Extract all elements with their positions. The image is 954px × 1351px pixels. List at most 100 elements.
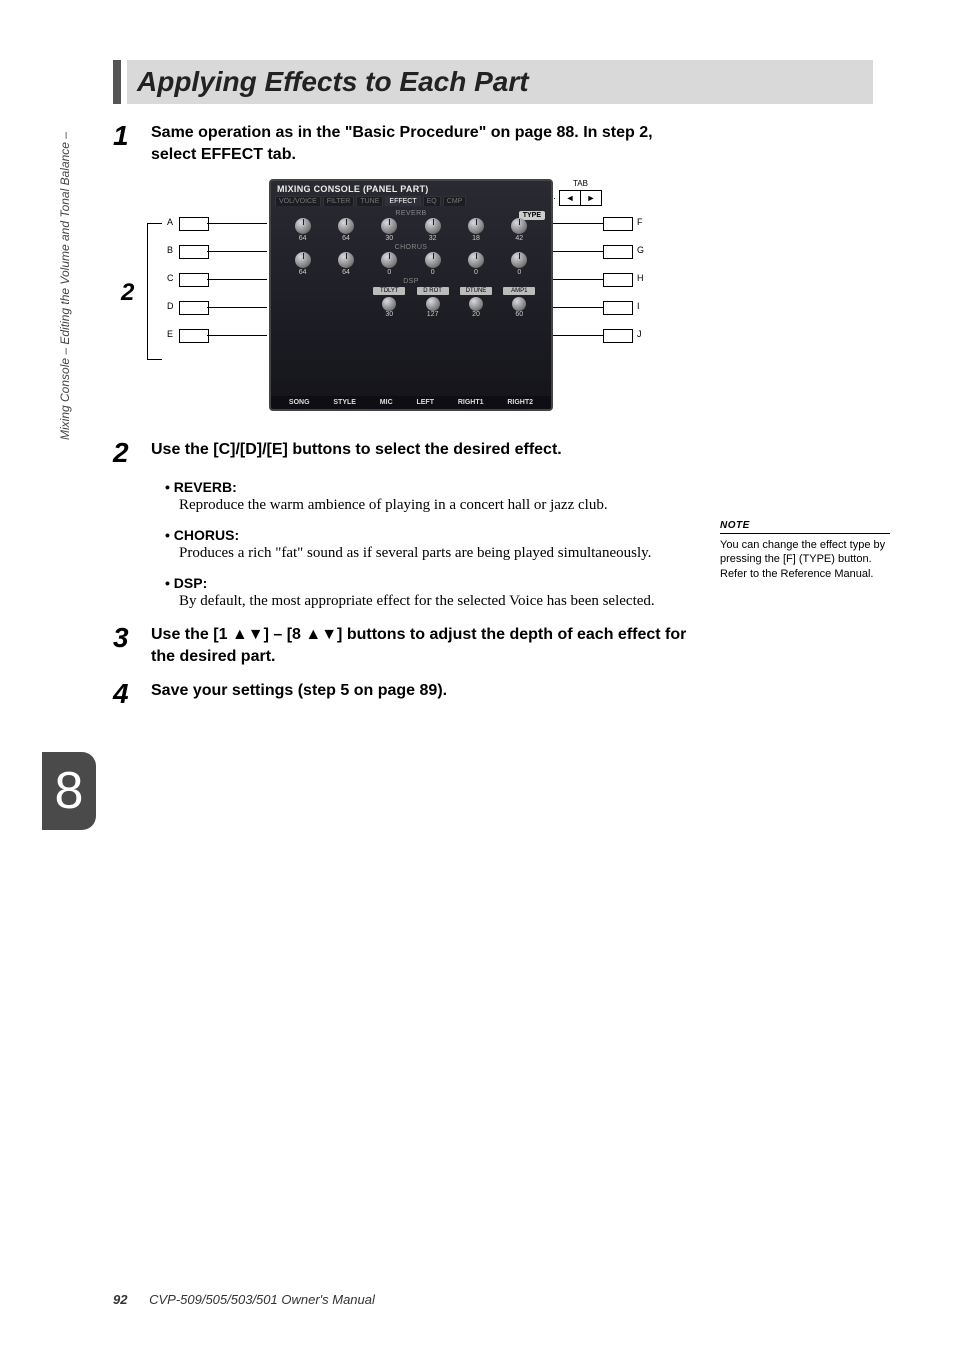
console-footer: SONG STYLE MIC LEFT RIGHT1 RIGHT2 <box>271 396 551 409</box>
keyline <box>551 251 603 252</box>
manual-title: CVP-509/505/503/501 Owner's Manual <box>149 1292 375 1307</box>
knob: 64 <box>293 252 313 276</box>
dsp-cell: .. <box>287 287 319 318</box>
key-label-e: E <box>167 329 173 339</box>
main-content: Applying Effects to Each Part 1 Same ope… <box>113 60 873 720</box>
knob: 30 <box>379 218 399 242</box>
effect-dsp: • DSP: By default, the most appropriate … <box>165 575 685 611</box>
dsp-cell: .. <box>330 287 362 318</box>
key-label-g: G <box>637 245 644 255</box>
key-g <box>603 245 633 259</box>
knob: 0 <box>466 252 486 276</box>
key-j <box>603 329 633 343</box>
effect-body: Produces a rich "fat" sound as if severa… <box>179 543 685 563</box>
key-label-a: A <box>167 217 173 227</box>
dsp-cell: DTUNE20 <box>460 287 492 318</box>
key-a <box>179 217 209 231</box>
key-e <box>179 329 209 343</box>
tab-arrows: TAB ···· ◄ ► <box>559 179 602 206</box>
key-label-c: C <box>167 273 174 283</box>
knob: 0 <box>379 252 399 276</box>
keyline <box>207 307 267 308</box>
effect-definition-list: • REVERB: Reproduce the warm ambience of… <box>165 479 685 612</box>
console-tab: VOL/VOICE <box>275 196 321 206</box>
console-column: RIGHT1 <box>458 399 484 406</box>
effect-head: • CHORUS: <box>165 527 685 543</box>
keyline <box>207 279 267 280</box>
console-tab: CMP <box>443 196 467 206</box>
knob: 0 <box>423 252 443 276</box>
console-title: MIXING CONSOLE (PANEL PART) <box>271 181 551 196</box>
mixing-console-screenshot: MIXING CONSOLE (PANEL PART) VOL/VOICE FI… <box>269 179 553 411</box>
knob: 42 <box>509 218 529 242</box>
key-d <box>179 301 209 315</box>
key-f <box>603 217 633 231</box>
dsp-section-label: DSP <box>271 278 551 285</box>
keyline <box>551 279 603 280</box>
keyline <box>207 335 267 336</box>
keyline <box>551 307 603 308</box>
console-column: LEFT <box>416 399 434 406</box>
step-number: 2 <box>113 439 151 467</box>
effect-body: By default, the most appropriate effect … <box>179 591 685 611</box>
effect-head: • REVERB: <box>165 479 685 495</box>
sidebar-chapter-title: Mixing Console – Editing the Volume and … <box>58 132 72 440</box>
step-number: 1 <box>113 122 151 150</box>
key-label-b: B <box>167 245 173 255</box>
key-label-j: J <box>637 329 642 339</box>
console-column: SONG <box>289 399 310 406</box>
dsp-row: .. .. TDLYT30 D ROT127 DTUNE20 AMP160 <box>271 287 551 318</box>
key-label-f: F <box>637 217 643 227</box>
dsp-cell: D ROT127 <box>417 287 449 318</box>
key-i <box>603 301 633 315</box>
keyline <box>207 251 267 252</box>
note-title: NOTE <box>720 520 890 534</box>
step-number: 3 <box>113 624 151 652</box>
effect-chorus: • CHORUS: Produces a rich "fat" sound as… <box>165 527 685 563</box>
page-number: 92 <box>113 1292 127 1307</box>
page-footer: 92 CVP-509/505/503/501 Owner's Manual <box>113 1292 375 1307</box>
knob: 32 <box>423 218 443 242</box>
chapter-number-tab: 8 <box>42 752 96 830</box>
key-label-d: D <box>167 301 174 311</box>
key-c <box>179 273 209 287</box>
mixing-console-figure: 2 A B C D E F G H I J <box>159 179 659 409</box>
key-b <box>179 245 209 259</box>
tab-label: TAB <box>559 179 602 188</box>
reverb-section-label: REVERB <box>271 210 551 217</box>
effect-body: Reproduce the warm ambience of playing i… <box>179 495 685 515</box>
figure-step-2-label: 2 <box>121 279 134 307</box>
tab-left-arrow-icon: ◄ <box>560 191 581 205</box>
chorus-knob-row: 64 64 0 0 0 0 <box>271 252 551 276</box>
console-tab-active: EFFECT <box>385 196 420 206</box>
heading-accent <box>113 60 121 104</box>
step-1: 1 Same operation as in the "Basic Proced… <box>113 122 873 167</box>
knob: 0 <box>509 252 529 276</box>
note-box: NOTE You can change the effect type by p… <box>720 520 890 581</box>
note-text: You can change the effect type by pressi… <box>720 538 890 581</box>
keyline <box>207 223 267 224</box>
tab-right-arrow-icon: ► <box>581 191 601 205</box>
effect-head: • DSP: <box>165 575 685 591</box>
console-column: MIC <box>380 399 393 406</box>
effect-reverb: • REVERB: Reproduce the warm ambience of… <box>165 479 685 515</box>
step-text: Use the [1 ▲▼] – [8 ▲▼] buttons to adjus… <box>151 624 691 669</box>
key-label-h: H <box>637 273 644 283</box>
console-tabs: VOL/VOICE FILTER TUNE EFFECT EQ CMP <box>271 196 551 206</box>
console-tab: TUNE <box>356 196 383 206</box>
chorus-section-label: CHORUS <box>271 244 551 251</box>
dsp-cell: TDLYT30 <box>373 287 405 318</box>
step-text: Use the [C]/[D]/[E] buttons to select th… <box>151 439 691 461</box>
console-tab: EQ <box>423 196 441 206</box>
figure-brace <box>147 223 162 360</box>
knob: 64 <box>293 218 313 242</box>
keyline <box>551 335 603 336</box>
dsp-cell: AMP160 <box>503 287 535 318</box>
step-2: 2 Use the [C]/[D]/[E] buttons to select … <box>113 439 873 467</box>
reverb-knob-row: 64 64 30 32 18 42 <box>271 218 551 242</box>
heading-text: Applying Effects to Each Part <box>127 60 873 104</box>
knob: 18 <box>466 218 486 242</box>
knob: 64 <box>336 218 356 242</box>
keyline <box>551 223 603 224</box>
key-label-i: I <box>637 301 640 311</box>
